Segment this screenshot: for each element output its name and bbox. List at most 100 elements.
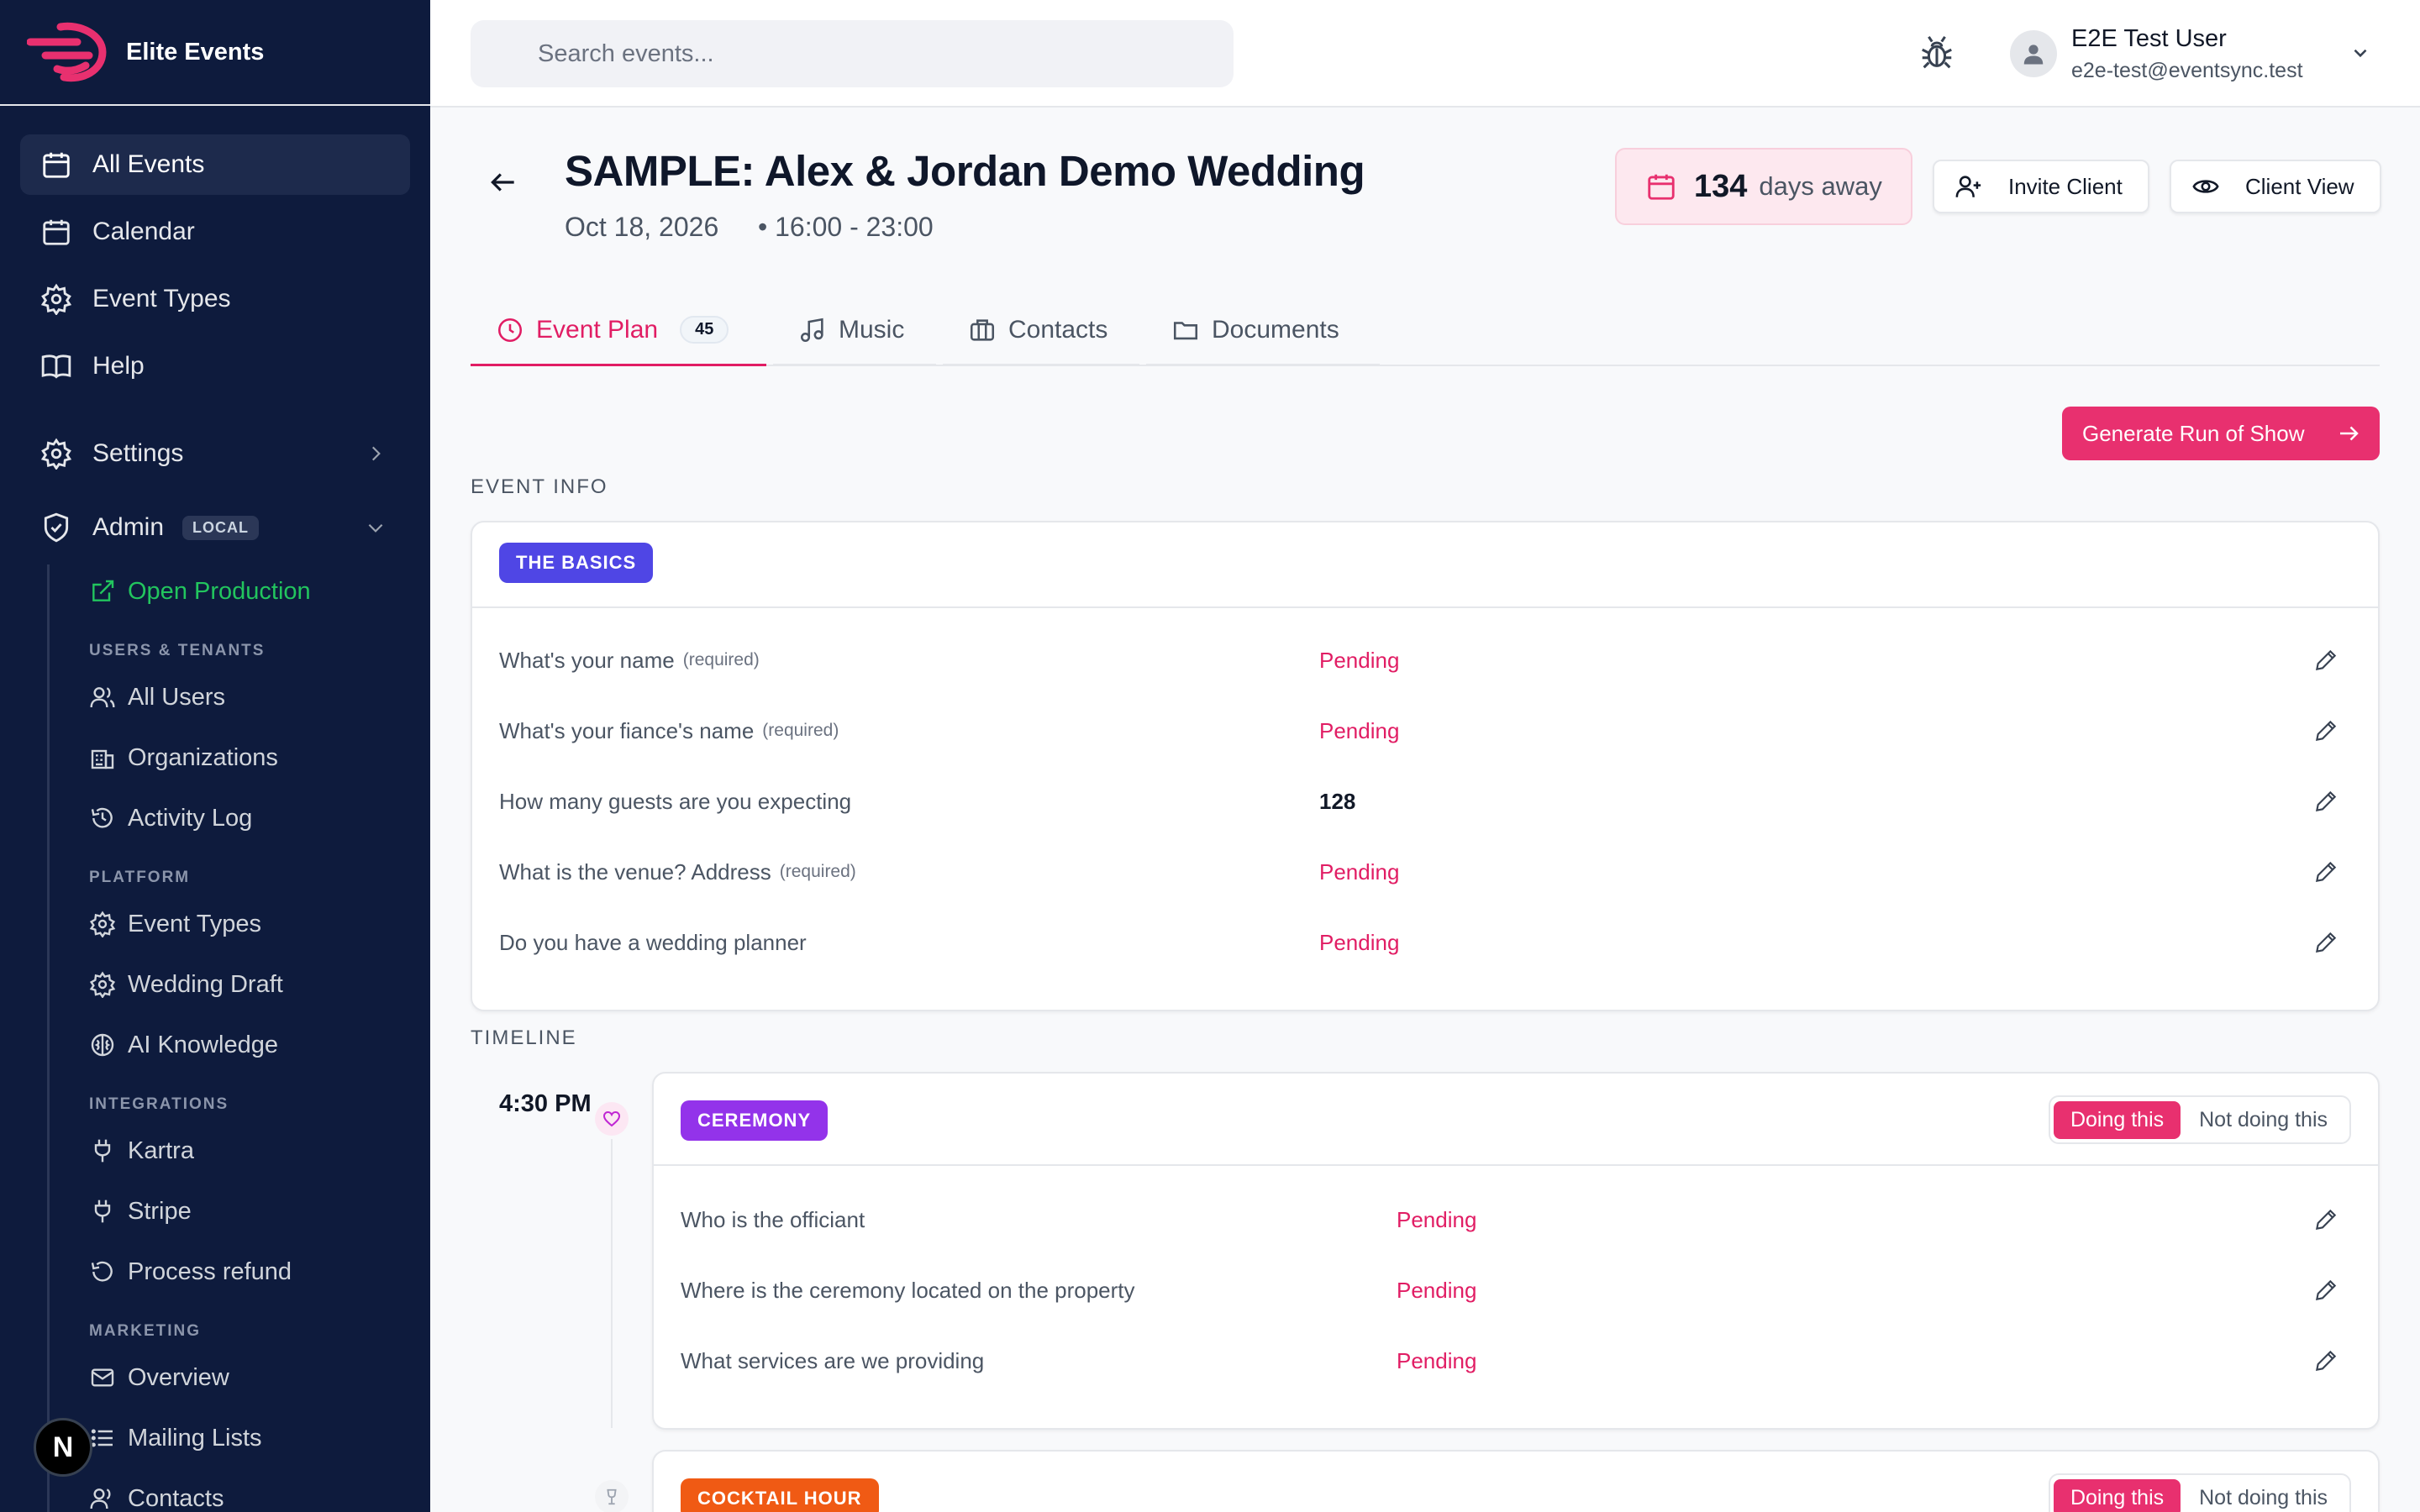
invite-client-label: Invite Client xyxy=(2008,173,2123,199)
nav-admin[interactable]: Admin LOCAL xyxy=(20,497,410,558)
group-header-users: USERS & TENANTS xyxy=(89,642,266,659)
back-arrow-icon[interactable] xyxy=(487,166,519,198)
nav-settings-label: Settings xyxy=(92,439,184,467)
calendar-icon xyxy=(43,152,70,178)
cocktail-hour-card: COCKTAIL HOUR Doing this Not doing this xyxy=(652,1450,2380,1512)
question-row[interactable]: What's your fiance's name (required) Pen… xyxy=(499,714,2351,748)
nav-kartra[interactable]: Kartra xyxy=(89,1127,194,1174)
chevron-down-icon[interactable] xyxy=(2349,42,2371,64)
calendar-icon xyxy=(1648,174,1675,200)
nav-event-types[interactable]: Event Types xyxy=(20,269,410,329)
pencil-icon[interactable] xyxy=(2312,788,2339,815)
external-link-icon xyxy=(92,580,114,601)
cocktail-hour-toggle[interactable]: Doing this Not doing this xyxy=(2048,1473,2351,1512)
nav-open-production-label: Open Production xyxy=(128,577,311,605)
gear-icon xyxy=(40,438,72,470)
not-doing-this-option[interactable]: Not doing this xyxy=(2181,1101,2346,1139)
nav-settings[interactable]: Settings xyxy=(20,423,410,484)
bug-icon[interactable] xyxy=(1918,34,1956,72)
required-tag: (required) xyxy=(682,650,760,669)
client-view-button[interactable]: Client View xyxy=(2170,160,2381,213)
nav-activity-log[interactable]: Activity Log xyxy=(89,795,252,842)
chevron-right-icon xyxy=(371,446,381,461)
question-row[interactable]: Where is the ceremony located on the pro… xyxy=(681,1273,2351,1307)
group-header-integrations: INTEGRATIONS xyxy=(89,1095,229,1113)
tab-contacts-label: Contacts xyxy=(1008,315,1108,344)
pencil-icon[interactable] xyxy=(2312,647,2339,674)
not-doing-this-option[interactable]: Not doing this xyxy=(2181,1479,2346,1512)
question-row[interactable]: What is the venue? Address (required) Pe… xyxy=(499,855,2351,889)
invite-client-button[interactable]: Invite Client xyxy=(1933,160,2149,213)
nav-open-production[interactable]: Open Production xyxy=(89,568,311,615)
arrow-right-icon xyxy=(2340,426,2359,441)
next-dev-badge[interactable]: N xyxy=(34,1418,92,1477)
plug-icon xyxy=(94,1200,111,1223)
nav-wedding-draft[interactable]: Wedding Draft xyxy=(89,961,283,1008)
days-away-badge: 134 days away xyxy=(1615,148,1912,225)
nav-mailing-lists[interactable]: Mailing Lists xyxy=(89,1415,262,1462)
question-row[interactable]: How many guests are you expecting 128 xyxy=(499,785,2351,818)
nav-marketing-contacts[interactable]: Contacts xyxy=(89,1475,224,1512)
answer-status: Pending xyxy=(1319,858,1400,885)
nav-organizations[interactable]: Organizations xyxy=(89,734,278,781)
tab-contacts[interactable]: Contacts xyxy=(943,296,1139,366)
nav-all-users[interactable]: All Users xyxy=(89,674,225,721)
nav-stripe[interactable]: Stripe xyxy=(89,1188,192,1235)
user-name[interactable]: E2E Test User xyxy=(2071,25,2227,53)
days-away-count: 134 xyxy=(1694,168,1748,204)
question-row[interactable]: What services are we providing Pending xyxy=(681,1344,2351,1378)
nav-process-refund[interactable]: Process refund xyxy=(89,1248,292,1295)
answer-status: Pending xyxy=(1319,929,1400,955)
event-tabs: Event Plan 45 Music Contacts Documents xyxy=(471,296,2380,366)
pencil-icon[interactable] xyxy=(2312,858,2339,885)
tab-documents[interactable]: Documents xyxy=(1146,296,1380,366)
sidebar: Elite Events All Events Calendar Event T… xyxy=(0,0,430,1512)
pencil-icon[interactable] xyxy=(2312,717,2339,744)
nav-calendar[interactable]: Calendar xyxy=(20,202,410,262)
nav-wedding-draft-label: Wedding Draft xyxy=(128,970,283,998)
timeline-marker xyxy=(595,1102,629,1136)
generate-run-of-show-button[interactable]: Generate Run of Show xyxy=(2062,407,2380,460)
question-text: What's your name xyxy=(499,647,675,673)
pencil-icon[interactable] xyxy=(2312,929,2339,956)
nav-help[interactable]: Help xyxy=(20,336,410,396)
question-text: What is the venue? Address xyxy=(499,858,771,885)
search-input[interactable] xyxy=(497,39,1234,68)
pencil-icon[interactable] xyxy=(2312,1277,2339,1304)
building-icon xyxy=(91,749,114,769)
avatar[interactable] xyxy=(2010,30,2057,77)
tab-documents-label: Documents xyxy=(1212,315,1339,344)
calendar-icon xyxy=(43,219,70,245)
ceremony-toggle[interactable]: Doing this Not doing this xyxy=(2048,1095,2351,1144)
book-icon xyxy=(41,354,71,379)
days-away-label: days away xyxy=(1759,171,1882,201)
search-box[interactable] xyxy=(471,20,1234,87)
tab-event-plan[interactable]: Event Plan 45 xyxy=(471,296,766,366)
brand-logo-icon xyxy=(27,22,107,82)
nav-admin-event-types[interactable]: Event Types xyxy=(89,900,261,948)
nav-ai-knowledge[interactable]: AI Knowledge xyxy=(89,1021,278,1068)
question-row[interactable]: Who is the officiant Pending xyxy=(681,1203,2351,1236)
question-row[interactable]: Do you have a wedding planner Pending xyxy=(499,926,2351,959)
list-icon xyxy=(91,1429,113,1447)
nav-all-events[interactable]: All Events xyxy=(20,134,410,195)
brain-icon xyxy=(91,1033,114,1057)
nav-marketing-overview[interactable]: Overview xyxy=(89,1354,229,1401)
basics-pill: THE BASICS xyxy=(499,543,654,583)
question-row[interactable]: What's your name (required) Pending xyxy=(499,643,2351,677)
timeline-label: TIMELINE xyxy=(471,1026,577,1049)
tab-event-plan-label: Event Plan xyxy=(536,315,659,344)
ceremony-pill: CEREMONY xyxy=(681,1100,829,1141)
doing-this-option[interactable]: Doing this xyxy=(2053,1478,2181,1512)
ceremony-card: CEREMONY Doing this Not doing this Who i… xyxy=(652,1072,2380,1430)
nav-organizations-label: Organizations xyxy=(128,743,278,771)
pencil-icon[interactable] xyxy=(2312,1347,2339,1374)
basics-card-header: THE BASICS xyxy=(472,522,2378,608)
doing-this-option[interactable]: Doing this xyxy=(2053,1100,2181,1139)
brand-header[interactable]: Elite Events xyxy=(0,0,430,106)
tab-music[interactable]: Music xyxy=(773,296,936,366)
clock-icon xyxy=(497,318,523,342)
answer-value: 128 xyxy=(1319,788,1356,814)
pencil-icon[interactable] xyxy=(2312,1206,2339,1233)
refund-icon xyxy=(91,1261,113,1282)
